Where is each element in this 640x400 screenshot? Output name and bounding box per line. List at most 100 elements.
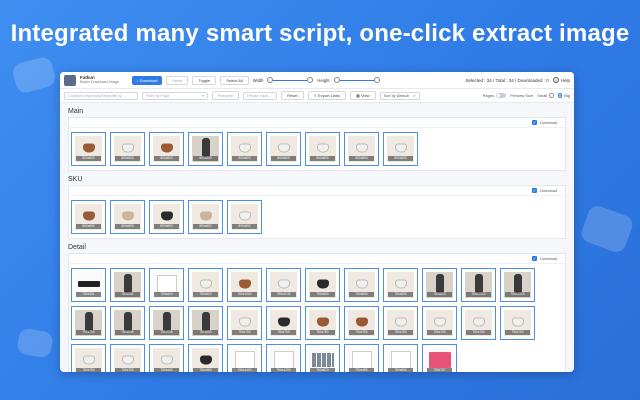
image-thumbnail[interactable]: 750x600: [149, 268, 184, 302]
image-thumbnail[interactable]: 800x800: [71, 200, 106, 234]
image-thumbnail[interactable]: 750x440: [149, 344, 184, 372]
product-picture: [238, 279, 251, 289]
export-links-button[interactable]: ⇪ Export Links: [307, 91, 347, 100]
image-thumbnail[interactable]: 750x750: [227, 306, 262, 340]
height-slider-min-knob[interactable]: [333, 77, 340, 83]
thumbnail-grid: 800x800 800x800 800x800 800x800 800x800: [69, 196, 565, 238]
image-thumbnail[interactable]: 750x600: [344, 268, 379, 302]
width-slider-min-knob[interactable]: [267, 77, 274, 83]
product-picture: [277, 143, 290, 153]
preview-small-option[interactable]: Small: [537, 93, 554, 98]
image-thumbnail[interactable]: 750x981: [110, 268, 145, 302]
image-thumbnail[interactable]: 750x815: [422, 268, 457, 302]
section-select-checkbox[interactable]: ✓: [532, 256, 538, 261]
image-thumbnail[interactable]: 750x750: [344, 306, 379, 340]
section-download-button[interactable]: Download: [540, 121, 557, 125]
app-subtitle: Batch Download Image: [80, 80, 120, 84]
image-dimensions-label: 750x600: [388, 292, 413, 297]
pages-toggle[interactable]: [496, 93, 507, 98]
download-button[interactable]: ↓ Download: [132, 75, 162, 85]
image-thumbnail[interactable]: 800x800: [227, 132, 262, 166]
image-thumbnail[interactable]: 750x600: [188, 268, 223, 302]
section-download-button[interactable]: Download: [540, 189, 557, 193]
image-thumbnail[interactable]: 750x1200: [266, 344, 301, 372]
image-thumbnail[interactable]: 750x600: [383, 268, 418, 302]
image-thumbnail[interactable]: 750x1015: [500, 268, 535, 302]
section-download-button[interactable]: Download: [540, 257, 557, 261]
page-filter-select[interactable]: Filter by Page ▾: [142, 91, 208, 100]
page-filter-placeholder: Filter by Page: [146, 93, 170, 98]
image-dimensions-label: 800x800: [76, 224, 101, 229]
product-picture: [513, 273, 522, 294]
toggle-button[interactable]: Toggle: [192, 75, 217, 85]
product-picture: [199, 279, 212, 289]
image-thumbnail[interactable]: 750x480: [344, 344, 379, 372]
image-thumbnail[interactable]: 750x750: [383, 306, 418, 340]
image-thumbnail[interactable]: 750x750: [71, 306, 106, 340]
height-slider[interactable]: [333, 76, 380, 84]
image-dimensions-label: 800x800: [271, 156, 296, 161]
image-thumbnail[interactable]: 750x850: [188, 306, 223, 340]
image-thumbnail[interactable]: 800x800: [71, 132, 106, 166]
image-thumbnail[interactable]: 750x750: [422, 306, 457, 340]
sort-select[interactable]: Sort by Default ▾: [379, 91, 420, 100]
image-thumbnail[interactable]: 750x707: [422, 344, 457, 372]
image-thumbnail[interactable]: 800x800: [149, 132, 184, 166]
image-thumbnail[interactable]: 800x800: [344, 132, 379, 166]
section-select-checkbox[interactable]: ✓: [532, 120, 538, 125]
help-button[interactable]: ? Help: [552, 77, 570, 83]
image-thumbnail[interactable]: 750x938: [149, 306, 184, 340]
product-picture: [433, 317, 446, 327]
image-thumbnail[interactable]: 750x1012: [461, 268, 496, 302]
image-thumbnail[interactable]: 750x480: [188, 344, 223, 372]
image-thumbnail[interactable]: 800x800: [149, 200, 184, 234]
sort-label: Sort by Default: [383, 93, 409, 98]
image-thumbnail[interactable]: 750x945: [110, 306, 145, 340]
reset-selection-button[interactable]: Reset: [166, 75, 189, 85]
image-thumbnail[interactable]: 800x800: [305, 132, 340, 166]
height-slider-max-knob[interactable]: [373, 77, 380, 83]
image-thumbnail[interactable]: 750x750: [266, 306, 301, 340]
image-thumbnail[interactable]: 800x800: [266, 132, 301, 166]
reset-button[interactable]: Reset: [281, 91, 304, 100]
image-thumbnail[interactable]: 750x1000: [227, 268, 262, 302]
rename-button[interactable]: Rename: [212, 91, 240, 100]
section-select-checkbox[interactable]: ✓: [532, 188, 538, 193]
preview-big-option[interactable]: Big: [557, 93, 570, 98]
image-thumbnail[interactable]: 750x331: [71, 268, 106, 302]
image-thumbnail[interactable]: 750x750: [500, 306, 535, 340]
product-picture: [351, 350, 372, 369]
view-button[interactable]: ▦ View: [350, 91, 376, 100]
width-slider-max-knob[interactable]: [307, 77, 314, 83]
select-all-button[interactable]: Select All: [220, 75, 249, 85]
image-thumbnail[interactable]: 750x1143: [266, 268, 301, 302]
image-dimensions-label: 800x800: [115, 224, 140, 229]
background-decoration: [578, 203, 636, 255]
pages-toggle-group: Pages: [483, 93, 507, 98]
keyword-filter-input[interactable]: Contains keywords(Separate by ...: [64, 91, 138, 100]
image-thumbnail[interactable]: 750x750: [110, 344, 145, 372]
product-picture: [82, 355, 95, 365]
image-thumbnail[interactable]: 750x520: [305, 344, 340, 372]
image-thumbnail[interactable]: 800x800: [383, 132, 418, 166]
image-thumbnail[interactable]: 750x750: [305, 306, 340, 340]
image-dimensions-label: 800x800: [232, 224, 257, 229]
image-thumbnail[interactable]: 750x1400: [227, 344, 262, 372]
product-picture: [474, 273, 483, 294]
width-slider[interactable]: [267, 76, 314, 84]
image-thumbnail[interactable]: 750x800: [383, 344, 418, 372]
image-thumbnail[interactable]: 800x800: [227, 200, 262, 234]
product-picture: [316, 317, 329, 327]
small-radio[interactable]: [549, 93, 554, 98]
rename-input[interactable]: Please input ...: [243, 91, 278, 100]
image-thumbnail[interactable]: 800x800: [188, 200, 223, 234]
product-picture: [472, 317, 485, 327]
image-thumbnail[interactable]: 750x750: [71, 344, 106, 372]
preview-size-label: Preview Size: [510, 93, 534, 98]
big-radio[interactable]: [557, 93, 563, 98]
image-thumbnail[interactable]: 750x600: [305, 268, 340, 302]
image-thumbnail[interactable]: 800x800: [110, 200, 145, 234]
image-thumbnail[interactable]: 800x800: [110, 132, 145, 166]
image-thumbnail[interactable]: 800x800: [188, 132, 223, 166]
image-thumbnail[interactable]: 750x750: [461, 306, 496, 340]
